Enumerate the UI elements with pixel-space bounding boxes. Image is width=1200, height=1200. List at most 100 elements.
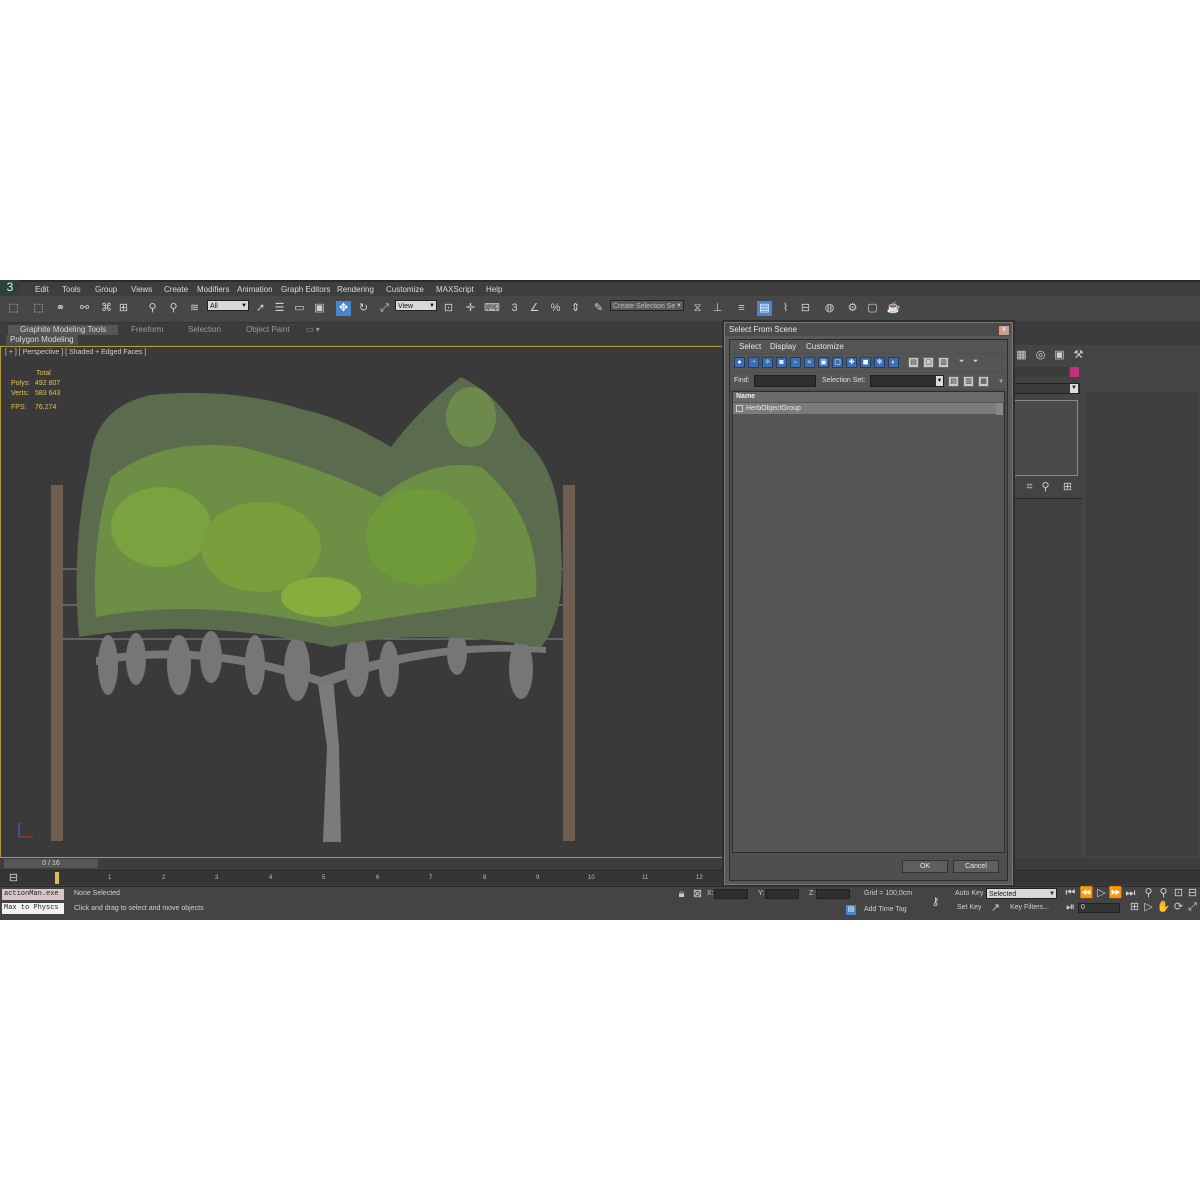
rectangular-selection-icon[interactable]: ▭: [292, 301, 307, 316]
list-item[interactable]: HerbObjectGroup: [733, 403, 996, 414]
layer-manager-icon[interactable]: ≡: [734, 301, 749, 316]
set-key-mode-icon[interactable]: ⚷: [928, 895, 943, 910]
remove-selection-set-icon[interactable]: ▦: [978, 376, 989, 387]
mini-curve-editor-icon[interactable]: ⊟: [6, 871, 21, 886]
rendered-frame-icon[interactable]: ▢: [865, 301, 880, 316]
dialog-menu-display[interactable]: Display: [770, 342, 796, 351]
menu-maxscript[interactable]: MAXScript: [436, 285, 474, 294]
zoom-icon[interactable]: ⚲: [1141, 886, 1156, 901]
menu-create[interactable]: Create: [164, 285, 188, 294]
curve-editor-icon[interactable]: ⌇: [778, 301, 793, 316]
filter-geometry-icon[interactable]: ●: [734, 357, 745, 368]
filter-xrefs-icon[interactable]: ▢: [832, 357, 843, 368]
zoom-all-icon[interactable]: ⚲: [1156, 886, 1171, 901]
add-time-tag[interactable]: Add Time Tag: [864, 906, 907, 913]
select-by-name-icon[interactable]: ☰: [272, 301, 287, 316]
panel-hammer-icon[interactable]: ⚒: [1071, 348, 1086, 363]
previous-frame-icon[interactable]: ⏪: [1079, 886, 1094, 901]
close-icon[interactable]: x: [998, 325, 1010, 336]
menu-help[interactable]: Help: [486, 285, 502, 294]
percent-snap-icon[interactable]: %: [548, 301, 563, 316]
create-selection-set-icon[interactable]: ▤: [948, 376, 959, 387]
zoom-extents-all-icon[interactable]: ⊟: [1185, 886, 1200, 901]
select-invert-icon[interactable]: ▥: [938, 357, 949, 368]
manipulate-icon[interactable]: ✛: [463, 301, 478, 316]
object-color-swatch[interactable]: [1070, 367, 1079, 377]
app-logo-icon[interactable]: 3: [0, 280, 20, 296]
menu-animation[interactable]: Animation: [237, 285, 273, 294]
modifier-list-dropdown[interactable]: ▼: [1010, 383, 1080, 394]
undo-icon[interactable]: ⬚: [6, 301, 21, 316]
select-object-icon[interactable]: ➚: [253, 301, 268, 316]
select-and-scale-icon[interactable]: ⤢: [377, 301, 392, 316]
filter-cameras-icon[interactable]: ◙: [776, 357, 787, 368]
maximize-viewport-icon[interactable]: ⤢: [1185, 900, 1200, 915]
filter-funnel-icon[interactable]: ⏷: [956, 357, 967, 368]
snaps-toggle-icon[interactable]: 3: [507, 301, 522, 316]
filter-bones-icon[interactable]: ✚: [846, 357, 857, 368]
tab-selection[interactable]: Selection: [176, 325, 233, 335]
panel-utilities-icon[interactable]: ▣: [1052, 348, 1067, 363]
selection-set-dropdown[interactable]: ▼: [870, 375, 944, 387]
y-coordinate-field[interactable]: [765, 889, 799, 899]
show-end-result-icon[interactable]: ⚲: [1038, 480, 1053, 495]
pin-stack-icon[interactable]: ⌗: [1022, 480, 1037, 495]
set-key-button[interactable]: Set Key: [957, 904, 982, 911]
scene-object-list[interactable]: Name HerbObjectGroup: [732, 391, 1005, 853]
time-slider[interactable]: 0 / 16: [4, 859, 98, 868]
filter-options-icon[interactable]: ⏷: [970, 357, 981, 368]
current-frame-field[interactable]: 0: [1078, 903, 1120, 913]
select-and-rotate-icon[interactable]: ↻: [356, 301, 371, 316]
select-and-move-icon[interactable]: ✥: [336, 301, 351, 316]
filter-shapes-icon[interactable]: ◔: [748, 357, 759, 368]
menu-rendering[interactable]: Rendering: [337, 285, 374, 294]
ribbon-polygon-modeling[interactable]: Polygon Modeling: [6, 335, 78, 345]
go-to-end-icon[interactable]: ⏭: [1123, 886, 1138, 901]
render-production-icon[interactable]: ☕: [886, 301, 901, 316]
x-coordinate-field[interactable]: [714, 889, 748, 899]
render-setup-icon[interactable]: ⚙: [845, 301, 860, 316]
spinner-snap-icon[interactable]: ⇕: [568, 301, 583, 316]
cancel-button[interactable]: Cancel: [953, 860, 999, 873]
menu-edit[interactable]: Edit: [35, 285, 49, 294]
object-name-field[interactable]: [1010, 367, 1068, 377]
viewport-label[interactable]: [ + ] [ Perspective ] [ Shaded + Edged F…: [5, 349, 146, 356]
name-column-header[interactable]: Name: [733, 392, 1004, 402]
go-to-start-icon[interactable]: ⏮: [1063, 886, 1078, 901]
tab-object-paint[interactable]: Object Paint: [234, 325, 302, 335]
default-in-out-tangent-icon[interactable]: ↗: [988, 901, 1003, 916]
current-frame-marker[interactable]: [55, 872, 59, 884]
filter-containers-icon[interactable]: ◼: [860, 357, 871, 368]
auto-key-button[interactable]: Auto Key: [955, 890, 983, 897]
select-none-icon[interactable]: ▢: [923, 357, 934, 368]
edit-named-selection-icon[interactable]: ✎: [591, 301, 606, 316]
select-link-icon[interactable]: ⚲: [145, 301, 160, 316]
menu-group[interactable]: Group: [95, 285, 117, 294]
unlink-selection-icon[interactable]: ⚲: [166, 301, 181, 316]
bind-warp-icon[interactable]: ≋: [187, 301, 202, 316]
maxscript-listener-output[interactable]: actionMan.exe: [2, 889, 64, 900]
list-scrollbar[interactable]: [996, 403, 1003, 415]
pan-view-icon[interactable]: ✋: [1156, 900, 1171, 915]
tab-freeform[interactable]: Freeform: [119, 325, 175, 335]
z-coordinate-field[interactable]: [816, 889, 850, 899]
menu-customize[interactable]: Customize: [386, 285, 424, 294]
field-of-view-icon[interactable]: ▷: [1141, 900, 1156, 915]
key-mode-dropdown[interactable]: Selected ▼: [986, 888, 1057, 899]
configure-modifier-sets-icon[interactable]: ⊞: [1060, 480, 1075, 495]
key-mode-toggle-icon[interactable]: ⏯: [1063, 900, 1078, 915]
time-tag-icon[interactable]: ▤: [846, 905, 856, 915]
track-bar[interactable]: ⊟ 1 2 3 4 5 6 7 8 9 10 11 12: [0, 870, 1200, 885]
panel-motion-icon[interactable]: ◎: [1033, 348, 1048, 363]
graphite-toggle-icon[interactable]: ▤: [757, 301, 772, 316]
key-filters-button[interactable]: Key Filters...: [1010, 904, 1049, 911]
filter-groups-icon[interactable]: ▣: [818, 357, 829, 368]
link-icon[interactable]: ⚭: [53, 301, 68, 316]
menu-modifiers[interactable]: Modifiers: [197, 285, 229, 294]
orbit-icon[interactable]: ⟳: [1171, 900, 1186, 915]
dialog-menu-customize[interactable]: Customize: [806, 342, 844, 351]
align-icon[interactable]: ⊥: [710, 301, 725, 316]
pivot-center-icon[interactable]: ⊡: [441, 301, 456, 316]
menu-graph-editors[interactable]: Graph Editors: [281, 285, 330, 294]
select-all-icon[interactable]: ▤: [908, 357, 919, 368]
